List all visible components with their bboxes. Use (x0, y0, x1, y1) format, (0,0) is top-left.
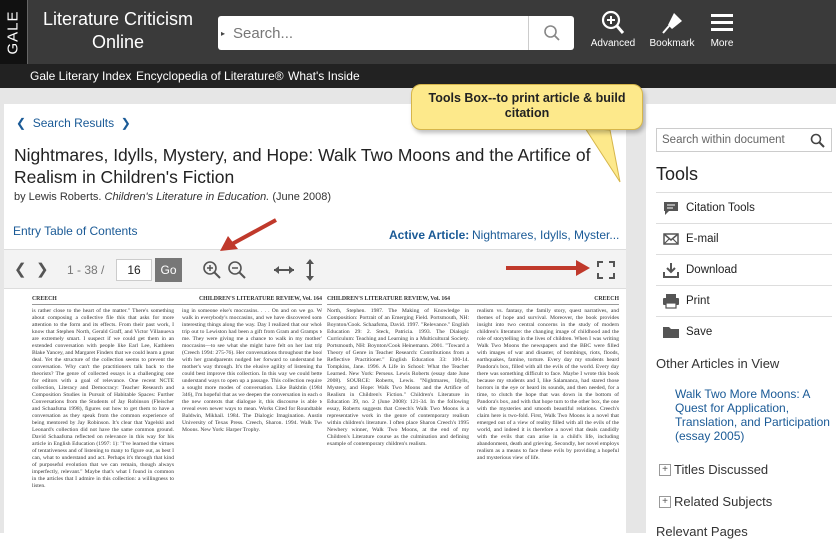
page-header-right: CHILDREN'S LITERATURE REVIEW, Vol. 164 (198, 296, 322, 302)
other-articles-heading: Other Articles in View (656, 356, 780, 371)
entry-toc-link[interactable]: Entry Table of Contents (13, 224, 138, 238)
other-article-link[interactable]: Walk Two More Moons: A Quest for Applica… (675, 387, 835, 443)
app-title[interactable]: Literature Criticism Online (38, 8, 198, 54)
page-image-left: CREECH CHILDREN'S LITERATURE REVIEW, Vol.… (32, 296, 322, 533)
download-icon (663, 263, 679, 278)
page-column-2: ing in someone else's moccasins. . . . O… (182, 308, 322, 433)
download-label: Download (686, 264, 738, 276)
page-image-right: CHILDREN'S LITERATURE REVIEW, Vol. 164 CR… (327, 296, 619, 533)
page-header-right: CREECH (594, 296, 619, 302)
search-input[interactable] (227, 16, 528, 50)
search-results-link[interactable]: Search Results (33, 116, 114, 130)
zoom-out-icon[interactable] (227, 260, 247, 280)
advanced-search-button[interactable]: Advanced (583, 8, 643, 49)
viewer-toolbar: ❮ ❯ 1 - 38 / Go (4, 249, 626, 289)
byline-author: by Lewis Roberts. (14, 191, 102, 203)
email-label: E-mail (686, 233, 719, 245)
search-button[interactable] (528, 16, 574, 50)
page-column-3: North, Stephen. 1987. The Making of Know… (327, 308, 469, 447)
search-within-document (656, 128, 832, 152)
main-content: ❮ Search Results ❯ Nightmares, Idylls, M… (4, 104, 626, 533)
print-label: Print (686, 295, 710, 307)
top-header: GALE Literature Criticism Online ▸ Advan… (0, 0, 836, 64)
download-button[interactable]: Download (656, 254, 832, 285)
page-header-left: CREECH (32, 296, 57, 302)
search-icon[interactable] (810, 133, 825, 148)
byline-date: (June 2008) (272, 191, 332, 203)
document-title: Nightmares, Idylls, Mystery, and Hope: W… (14, 145, 591, 187)
related-subjects-label: Related Subjects (674, 494, 773, 509)
citation-tools-button[interactable]: Citation Tools (656, 192, 832, 223)
tools-box-callout: Tools Box--to print article & build cita… (411, 84, 643, 130)
byline: by Lewis Roberts. Children's Literature … (14, 191, 331, 203)
search-icon (543, 25, 560, 41)
save-label: Save (686, 326, 713, 338)
more-label: More (710, 38, 734, 49)
search-box: ▸ (218, 16, 574, 50)
folder-icon (663, 327, 679, 338)
citation-tools-label: Citation Tools (686, 202, 755, 214)
page-count: 1 - 38 / (67, 263, 105, 277)
page-column-4: realism vs. fantasy, the family story, q… (477, 308, 619, 461)
print-button[interactable]: Print (656, 285, 832, 316)
nav-whats-inside[interactable]: What's Inside (288, 69, 360, 83)
more-menu-button[interactable]: More (692, 8, 752, 49)
gale-logo[interactable]: GALE (0, 0, 28, 64)
fullscreen-icon[interactable] (597, 261, 615, 279)
page-column-1: is rather close to the heart of the matt… (32, 308, 174, 489)
related-subjects-toggle[interactable]: + Related Subjects (659, 494, 772, 509)
save-button[interactable]: Save (656, 316, 832, 347)
relevant-pages-heading[interactable]: Relevant Pages (656, 524, 748, 539)
email-button[interactable]: E-mail (656, 223, 832, 254)
page-header-left: CHILDREN'S LITERATURE REVIEW, Vol. 164 (327, 296, 451, 302)
plus-icon: + (659, 495, 671, 508)
titles-discussed-label: Titles Discussed (674, 462, 769, 477)
tools-sidebar: Tools Citation Tools E-mail Download Pri… (646, 104, 836, 539)
nav-gale-literary-index[interactable]: Gale Literary Index (30, 69, 131, 83)
bookmark-icon (662, 13, 682, 34)
nav-encyclopedia-of-literature[interactable]: Encyclopedia of Literature® (136, 69, 284, 83)
print-icon (663, 294, 679, 309)
zoom-in-icon[interactable] (202, 260, 222, 280)
gale-logo-text: GALE (5, 9, 22, 55)
prev-page-icon[interactable]: ❮ (14, 260, 27, 278)
page-number-input[interactable] (116, 259, 152, 281)
chevron-left-icon: ❮ (16, 116, 27, 130)
search-results-breadcrumb[interactable]: ❮ Search Results ❯ (16, 116, 131, 130)
byline-source: Children's Literature in Education. (104, 191, 270, 203)
document-viewer[interactable]: CREECH CHILDREN'S LITERATURE REVIEW, Vol.… (4, 289, 626, 533)
next-page-icon[interactable]: ❯ (36, 260, 49, 278)
search-within-input[interactable] (657, 134, 810, 146)
titles-discussed-toggle[interactable]: + Titles Discussed (659, 462, 768, 477)
chevron-right-icon: ❯ (120, 116, 131, 130)
plus-icon: + (659, 463, 671, 476)
menu-icon (711, 14, 733, 31)
active-article-label: Active Article: (389, 228, 470, 242)
advanced-label: Advanced (590, 38, 636, 49)
tools-heading: Tools (656, 164, 699, 184)
fit-width-icon[interactable] (272, 262, 296, 278)
go-button[interactable]: Go (155, 258, 182, 282)
citation-icon (664, 201, 678, 215)
fit-height-icon[interactable] (303, 258, 317, 282)
email-icon (663, 233, 679, 245)
active-article-link[interactable]: Nightmares, Idylls, Myster... (472, 228, 619, 242)
advanced-search-icon (601, 10, 625, 34)
relevant-pages-label: Relevant Pages (656, 524, 748, 539)
